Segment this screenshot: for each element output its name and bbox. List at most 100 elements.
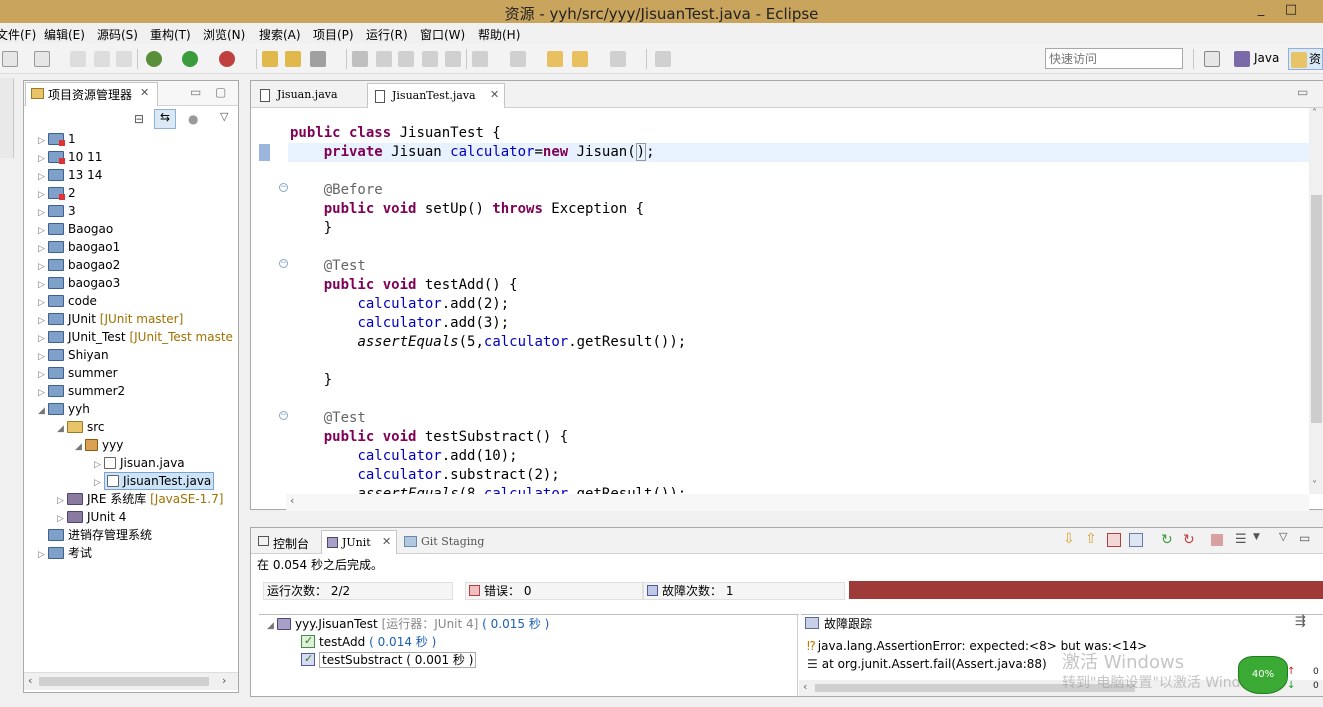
scroll-up-icon[interactable]: ˄ <box>1312 108 1317 119</box>
menu-window[interactable]: 窗口(W) <box>420 26 465 43</box>
tree-item-project[interactable]: ▷ code <box>38 292 97 310</box>
forward-icon[interactable] <box>610 51 626 67</box>
new-package-icon[interactable] <box>285 51 301 67</box>
chevron-down-icon[interactable]: ▼ <box>1253 532 1260 542</box>
rerun-failed-first-icon[interactable]: ↻ <box>1183 532 1195 548</box>
menu-source[interactable]: 源码(S) <box>97 26 138 43</box>
tree-item-project[interactable]: 进销存管理系统 <box>38 526 152 544</box>
minimize-button[interactable]: _ <box>1248 0 1274 20</box>
tree-item-project[interactable]: ▷ baogao1 <box>38 238 120 256</box>
tree-item-source-folder[interactable]: ◢ src <box>57 418 105 436</box>
collapse-all-icon[interactable]: ⊟ <box>134 112 144 126</box>
scroll-left-icon[interactable]: ‹ <box>28 674 32 687</box>
tree-item-project[interactable]: ▷ summer2 <box>38 382 125 400</box>
maximize-view-icon[interactable]: ▢ <box>215 85 226 99</box>
test-suite-row[interactable]: ◢ yyy.JisuanTest [运行器：JUnit 4] ( 0.015 秒 … <box>267 615 549 633</box>
minimized-views-strip[interactable] <box>0 78 14 158</box>
minimize-view-icon[interactable]: ▭ <box>190 85 201 99</box>
pin-editor-icon[interactable] <box>655 51 671 67</box>
scrollbar-thumb[interactable] <box>1311 195 1322 423</box>
open-type-icon[interactable] <box>310 51 326 67</box>
collapse-icon[interactable]: ◢ <box>38 402 48 420</box>
close-icon[interactable]: ✕ <box>382 535 391 548</box>
filter-stack-trace-icon[interactable]: ⇶ <box>1295 614 1306 629</box>
perspective-java-button[interactable]: Java <box>1234 48 1279 70</box>
tree-item-library[interactable]: ▷ JUnit 4 <box>57 508 126 526</box>
filters-icon[interactable]: ● <box>188 112 198 126</box>
view-menu-icon[interactable]: ▽ <box>1279 530 1287 543</box>
minimize-editor-icon[interactable]: ▭ <box>1297 85 1308 99</box>
close-icon[interactable]: ✕ <box>490 88 499 101</box>
collapse-icon[interactable]: ◢ <box>57 420 67 438</box>
new-java-project-icon[interactable] <box>262 51 278 67</box>
previous-failure-icon[interactable]: ⇧ <box>1085 531 1097 547</box>
back-icon[interactable] <box>572 51 588 67</box>
scroll-lock-icon[interactable] <box>1129 533 1143 547</box>
scroll-left-icon[interactable]: ‹ <box>290 494 294 507</box>
menu-file[interactable]: 文件(F) <box>0 26 36 43</box>
next-annotation-icon[interactable] <box>472 51 488 67</box>
mark-occurrences-icon[interactable] <box>352 51 368 67</box>
tree-item-project[interactable]: ▷ 2 <box>38 184 76 202</box>
menu-project[interactable]: 项目(P) <box>313 26 354 43</box>
tree-item-package[interactable]: ◢ yyy <box>75 436 123 454</box>
tree-item-project[interactable]: ▷ 考试 <box>38 544 92 562</box>
editor-horizontal-scrollbar[interactable]: ‹ <box>286 494 1309 511</box>
next-failure-icon[interactable]: ⇩ <box>1063 531 1075 547</box>
tree-item-project[interactable]: ▷ 13 14 <box>38 166 102 184</box>
test-case-row[interactable]: testAdd ( 0.014 秒 ) <box>301 632 436 651</box>
tree-item-project[interactable]: ▷ baogao2 <box>38 256 120 274</box>
open-icon[interactable] <box>34 51 50 67</box>
editor-vertical-scrollbar[interactable]: ˄ ˅ <box>1309 108 1323 494</box>
scroll-left-icon[interactable]: ‹ <box>803 680 807 693</box>
block-selection-icon[interactable] <box>398 51 414 67</box>
fold-icon[interactable]: − <box>279 259 288 268</box>
test-case-row-selected[interactable]: testSubstract ( 0.001 秒 ) <box>301 650 477 669</box>
stop-icon[interactable] <box>1211 534 1223 546</box>
tree-item-file[interactable]: ▷ Jisuan.java <box>94 454 185 472</box>
tab-jisuantest-java[interactable]: JisuanTest.java ✕ <box>367 83 505 108</box>
fold-icon[interactable]: − <box>279 183 288 192</box>
show-whitespace-icon[interactable] <box>422 51 438 67</box>
scroll-down-icon[interactable]: ˅ <box>1312 480 1317 491</box>
collapse-icon[interactable]: ◢ <box>75 438 85 456</box>
scroll-right-icon[interactable]: › <box>222 674 226 687</box>
debug-icon[interactable] <box>146 51 162 67</box>
tree-item-project[interactable]: ▷ Shiyan <box>38 346 109 364</box>
print-icon[interactable] <box>116 51 132 67</box>
tree-item-file-selected[interactable]: ▷ JisuanTest.java <box>94 472 215 490</box>
menu-run[interactable]: 运行(R) <box>366 26 408 43</box>
tab-console[interactable]: 控制台 <box>253 530 321 554</box>
tab-git-staging[interactable]: Git Staging <box>401 530 501 554</box>
link-with-editor-icon[interactable]: ⇆ <box>154 109 176 129</box>
last-edit-location-icon[interactable] <box>547 51 563 67</box>
menu-help[interactable]: 帮助(H) <box>478 26 520 43</box>
menu-navigate[interactable]: 浏览(N) <box>203 26 245 43</box>
code-area[interactable]: − − − public class JisuanTest { private … <box>251 108 1311 494</box>
scrollbar-thumb[interactable] <box>39 677 209 686</box>
menu-edit[interactable]: 编辑(E) <box>44 26 85 43</box>
speed-ball-widget[interactable]: 40% <box>1238 656 1288 694</box>
expand-icon[interactable]: ▷ <box>38 546 48 564</box>
open-perspective-icon[interactable] <box>1204 51 1220 67</box>
minimize-view-icon[interactable]: ▭ <box>1299 531 1310 545</box>
tree-item-project[interactable]: ◢ yyh <box>38 400 90 418</box>
previous-annotation-icon[interactable] <box>510 51 526 67</box>
fold-icon[interactable]: − <box>279 411 288 420</box>
tree-item-project[interactable]: ▷ 3 <box>38 202 76 220</box>
tree-item-project[interactable]: ▷ Baogao <box>38 220 113 238</box>
save-all-icon[interactable] <box>94 51 110 67</box>
word-wrap-icon[interactable] <box>445 51 461 67</box>
tab-project-explorer[interactable]: 项目资源管理器 ✕ <box>25 82 158 106</box>
external-tools-icon[interactable] <box>219 51 235 67</box>
rerun-test-icon[interactable]: ↻ <box>1161 532 1173 548</box>
new-icon[interactable] <box>2 51 18 67</box>
perspective-resource-button[interactable]: 资 <box>1288 48 1323 70</box>
view-menu-icon[interactable]: ▽ <box>220 110 228 123</box>
tree-item-project[interactable]: ▷ JUnit [JUnit master] <box>38 310 183 328</box>
restore-button[interactable]: □ <box>1278 0 1304 20</box>
quick-access-input[interactable] <box>1045 48 1183 69</box>
tab-jisuan-java[interactable]: Jisuan.java <box>253 83 361 108</box>
tree-item-project[interactable]: ▷ 1 <box>38 130 76 148</box>
save-icon[interactable] <box>70 51 86 67</box>
